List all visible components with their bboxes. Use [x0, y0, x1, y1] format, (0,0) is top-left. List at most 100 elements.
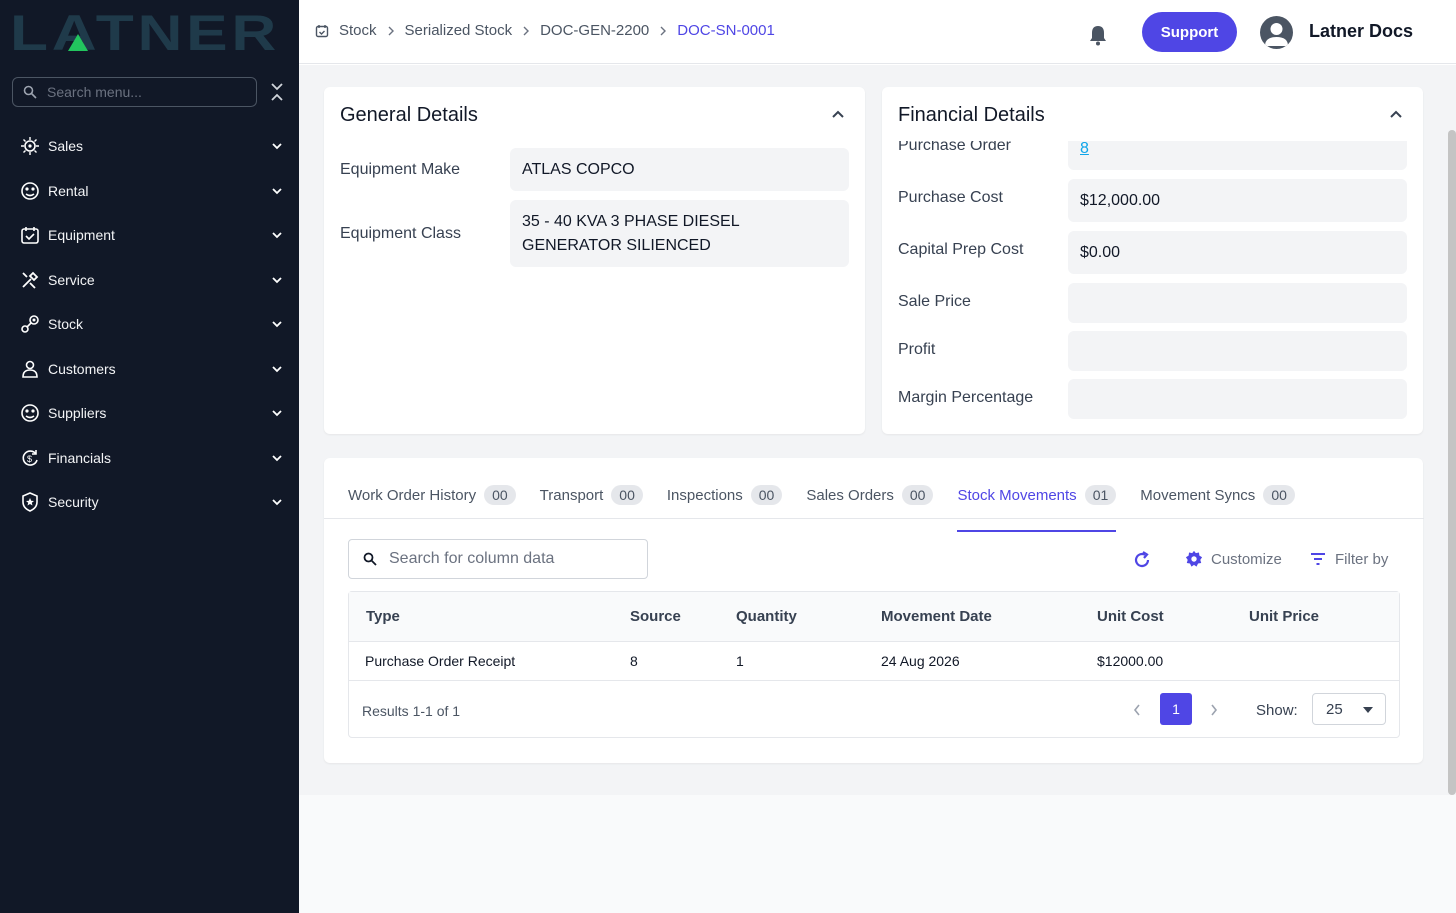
chevron-up-icon[interactable] — [1389, 109, 1403, 119]
tab-transport[interactable]: Transport 00 — [540, 472, 643, 518]
tab-label: Movement Syncs — [1140, 486, 1256, 504]
security-icon — [20, 492, 40, 513]
equipment-class-value: 35 - 40 KVA 3 PHASE DIESEL GENERATOR SIL… — [510, 200, 849, 267]
chevron-down-icon — [272, 321, 282, 328]
page-scrollbar[interactable] — [1448, 130, 1456, 795]
cell-unit-cost: $12000.00 — [1097, 653, 1164, 669]
table-header: Type Source Quantity Movement Date Unit … — [349, 592, 1399, 642]
page-size-value: 25 — [1326, 700, 1343, 718]
column-header-movement-date[interactable]: Movement Date — [881, 608, 992, 625]
sidebar-item-security[interactable]: Security — [0, 480, 299, 525]
tab-label: Transport — [539, 486, 604, 504]
menu-search-input[interactable]: Search menu... — [12, 77, 257, 107]
column-header-unit-cost[interactable]: Unit Cost — [1097, 608, 1164, 625]
column-header-quantity[interactable]: Quantity — [736, 608, 797, 625]
margin-percentage-label: Margin Percentage — [898, 389, 1034, 406]
menu-search-placeholder: Search menu... — [47, 84, 142, 100]
page-size-select[interactable]: 25 — [1312, 693, 1386, 725]
column-header-source[interactable]: Source — [630, 608, 681, 625]
sidebar-item-suppliers[interactable]: Suppliers — [0, 391, 299, 436]
customize-button[interactable]: Customize — [1185, 550, 1282, 568]
general-details-title: General Details — [340, 104, 478, 126]
support-button[interactable]: Support — [1142, 12, 1237, 52]
sidebar-item-sales[interactable]: Sales — [0, 124, 299, 169]
filter-button[interactable]: Filter by — [1309, 550, 1388, 568]
customers-icon — [20, 359, 40, 379]
avatar[interactable] — [1260, 16, 1293, 49]
tab-label: Inspections — [666, 486, 743, 504]
breadcrumb-stock[interactable]: Stock — [339, 22, 377, 39]
chevron-down-icon — [272, 499, 282, 506]
search-icon — [363, 552, 377, 566]
refresh-icon[interactable] — [1132, 550, 1152, 570]
tab-bar: Work Order History 00 Transport 00 Inspect… — [348, 472, 1319, 532]
tab-movement-syncs[interactable]: Movement Syncs 00 — [1140, 472, 1295, 518]
table-search-input[interactable] — [389, 550, 629, 568]
chevron-right-icon — [523, 26, 530, 35]
user-name[interactable]: Latner Docs — [1309, 21, 1413, 42]
chevron-down-icon — [272, 366, 282, 373]
stock-movements-table: Type Source Quantity Movement Date Unit … — [348, 591, 1400, 738]
chevron-right-icon[interactable] — [1209, 703, 1219, 717]
bell-icon[interactable] — [1088, 24, 1108, 46]
sidebar-item-equipment[interactable]: Equipment — [0, 213, 299, 258]
table-search-field[interactable] — [348, 539, 648, 579]
svg-text:LATNER: LATNER — [10, 10, 280, 54]
tab-inspections[interactable]: Inspections 00 — [666, 472, 783, 518]
equipment-class-label: Equipment Class — [340, 225, 461, 242]
chevron-right-icon — [660, 26, 667, 35]
chevron-up-icon[interactable] — [831, 109, 845, 119]
column-header-type[interactable]: Type — [366, 608, 400, 625]
collapse-sidebar-icon[interactable] — [268, 82, 286, 102]
column-header-unit-price[interactable]: Unit Price — [1249, 608, 1319, 625]
breadcrumb: Stock Serialized Stock DOC-GEN-2200 DOC-… — [315, 22, 775, 39]
table-row[interactable]: Purchase Order Receipt 8 1 24 Aug 2026 $… — [349, 642, 1399, 681]
sale-price-value — [1068, 283, 1407, 323]
tab-sales-orders[interactable]: Sales Orders 00 — [806, 472, 934, 518]
service-icon — [20, 270, 40, 290]
breadcrumb-serialized-stock[interactable]: Serialized Stock — [405, 22, 513, 39]
purchase-order-label: Purchase Order — [898, 141, 1011, 154]
page-number-button[interactable]: 1 — [1160, 693, 1192, 725]
svg-text:$: $ — [27, 454, 32, 464]
profit-value — [1068, 331, 1407, 371]
sidebar-item-label: Security — [48, 494, 99, 511]
sale-price-label: Sale Price — [898, 293, 971, 310]
tab-count-badge: 00 — [611, 485, 643, 505]
sidebar-item-label: Customers — [48, 360, 116, 377]
sidebar-item-service[interactable]: Service — [0, 258, 299, 303]
tabs-card: Work Order History 00 Transport 00 Inspect… — [324, 458, 1424, 763]
latner-logo[interactable]: LATNER — [10, 5, 282, 61]
cell-source: 8 — [630, 653, 638, 669]
main-content: General Details Equipment Make ATLAS COP… — [299, 65, 1456, 913]
tab-label: Work Order History — [348, 486, 477, 504]
profit-label: Profit — [898, 341, 936, 358]
tab-count-badge: 00 — [901, 485, 934, 505]
sidebar-item-customers[interactable]: Customers — [0, 347, 299, 392]
sidebar-item-stock[interactable]: Stock — [0, 302, 299, 347]
purchase-cost-value: $12,000.00 — [1068, 179, 1407, 222]
tab-stock-movements[interactable]: Stock Movements 01 — [957, 472, 1117, 532]
purchase-cost-label: Purchase Cost — [898, 189, 1003, 206]
equipment-make-value: ATLAS COPCO — [510, 148, 849, 191]
sales-icon — [20, 136, 40, 156]
chevron-right-icon — [388, 26, 394, 35]
capital-prep-cost-value: $0.00 — [1068, 231, 1407, 274]
filter-label: Filter by — [1335, 550, 1389, 568]
chevron-left-icon[interactable] — [1132, 703, 1142, 717]
page-size-label: Show: — [1256, 702, 1298, 719]
filter-icon — [1311, 553, 1325, 565]
tab-work-order-history[interactable]: Work Order History 00 — [348, 472, 516, 518]
sidebar-item-financials[interactable]: $ Financials — [0, 436, 299, 481]
sidebar-item-label: Sales — [48, 138, 84, 155]
breadcrumb-doc-gen[interactable]: DOC-GEN-2200 — [540, 22, 649, 39]
sidebar-item-label: Rental — [48, 182, 89, 199]
sidebar-item-rental[interactable]: Rental — [0, 169, 299, 214]
cell-quantity: 1 — [736, 653, 744, 669]
margin-percentage-value — [1068, 379, 1407, 419]
purchase-order-link[interactable]: 8 — [1080, 141, 1089, 161]
search-icon — [23, 85, 37, 99]
tab-count-badge: 00 — [484, 485, 516, 505]
tab-label: Sales Orders — [806, 486, 894, 504]
tab-count-badge: 00 — [1263, 485, 1295, 505]
